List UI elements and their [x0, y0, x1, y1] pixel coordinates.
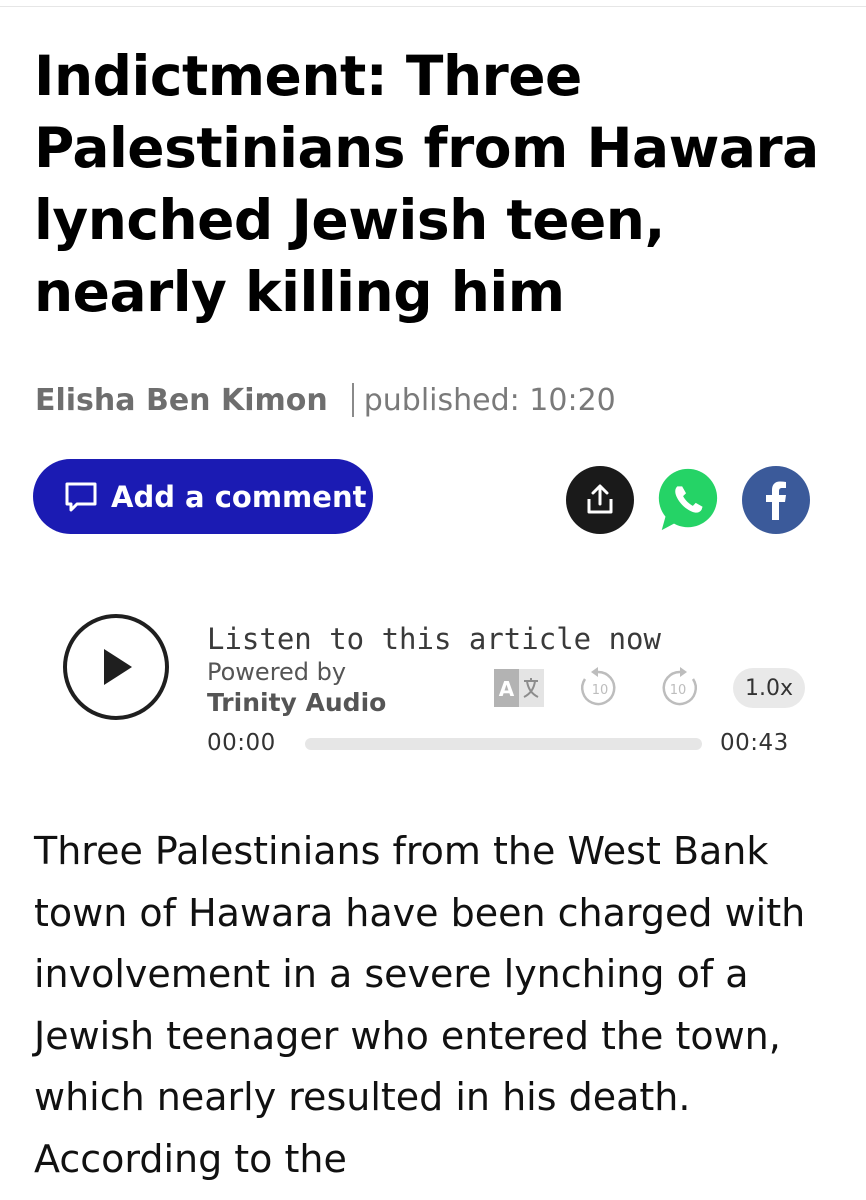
audio-player-title: Listen to this article now [207, 622, 661, 656]
byline: Elisha Ben Kimon published: 10:20 [35, 378, 616, 422]
current-time: 00:00 [207, 730, 276, 756]
total-time: 00:43 [720, 730, 789, 756]
article-headline: Indictment: Three Palestinians from Hawa… [34, 44, 819, 324]
whatsapp-icon [658, 468, 718, 531]
translate-icon: A [494, 669, 544, 707]
author-name[interactable]: Elisha Ben Kimon [35, 383, 328, 418]
byline-separator [351, 383, 354, 417]
playback-speed-button[interactable]: 1.0x [733, 668, 805, 708]
share-button[interactable] [566, 466, 634, 534]
forward-icon: 10 [662, 667, 698, 706]
facebook-share-button[interactable] [742, 466, 810, 534]
facebook-icon [766, 481, 786, 520]
article-body: Three Palestinians from the West Bank to… [34, 829, 806, 1181]
whatsapp-share-button[interactable] [653, 466, 721, 534]
translate-button[interactable]: A [494, 669, 544, 707]
share-icon [587, 484, 613, 514]
top-divider [0, 6, 866, 7]
add-comment-label: Add a comment [111, 479, 367, 514]
rewind-seconds: 10 [592, 683, 609, 698]
rewind-icon: 10 [580, 667, 616, 706]
audio-progress-bar[interactable] [305, 738, 702, 750]
published-time: published: 10:20 [363, 382, 616, 418]
svg-text:A: A [499, 677, 515, 701]
comment-icon [63, 479, 99, 515]
audio-play-button[interactable] [63, 614, 169, 720]
play-icon [104, 649, 132, 685]
forward-seconds: 10 [670, 683, 687, 698]
powered-by-label: Powered by [207, 658, 347, 686]
add-comment-button[interactable]: Add a comment [33, 459, 373, 534]
rewind-10-button[interactable]: 10 [575, 664, 621, 710]
forward-10-button[interactable]: 10 [657, 664, 703, 710]
audio-provider-link[interactable]: Trinity Audio [207, 688, 386, 717]
